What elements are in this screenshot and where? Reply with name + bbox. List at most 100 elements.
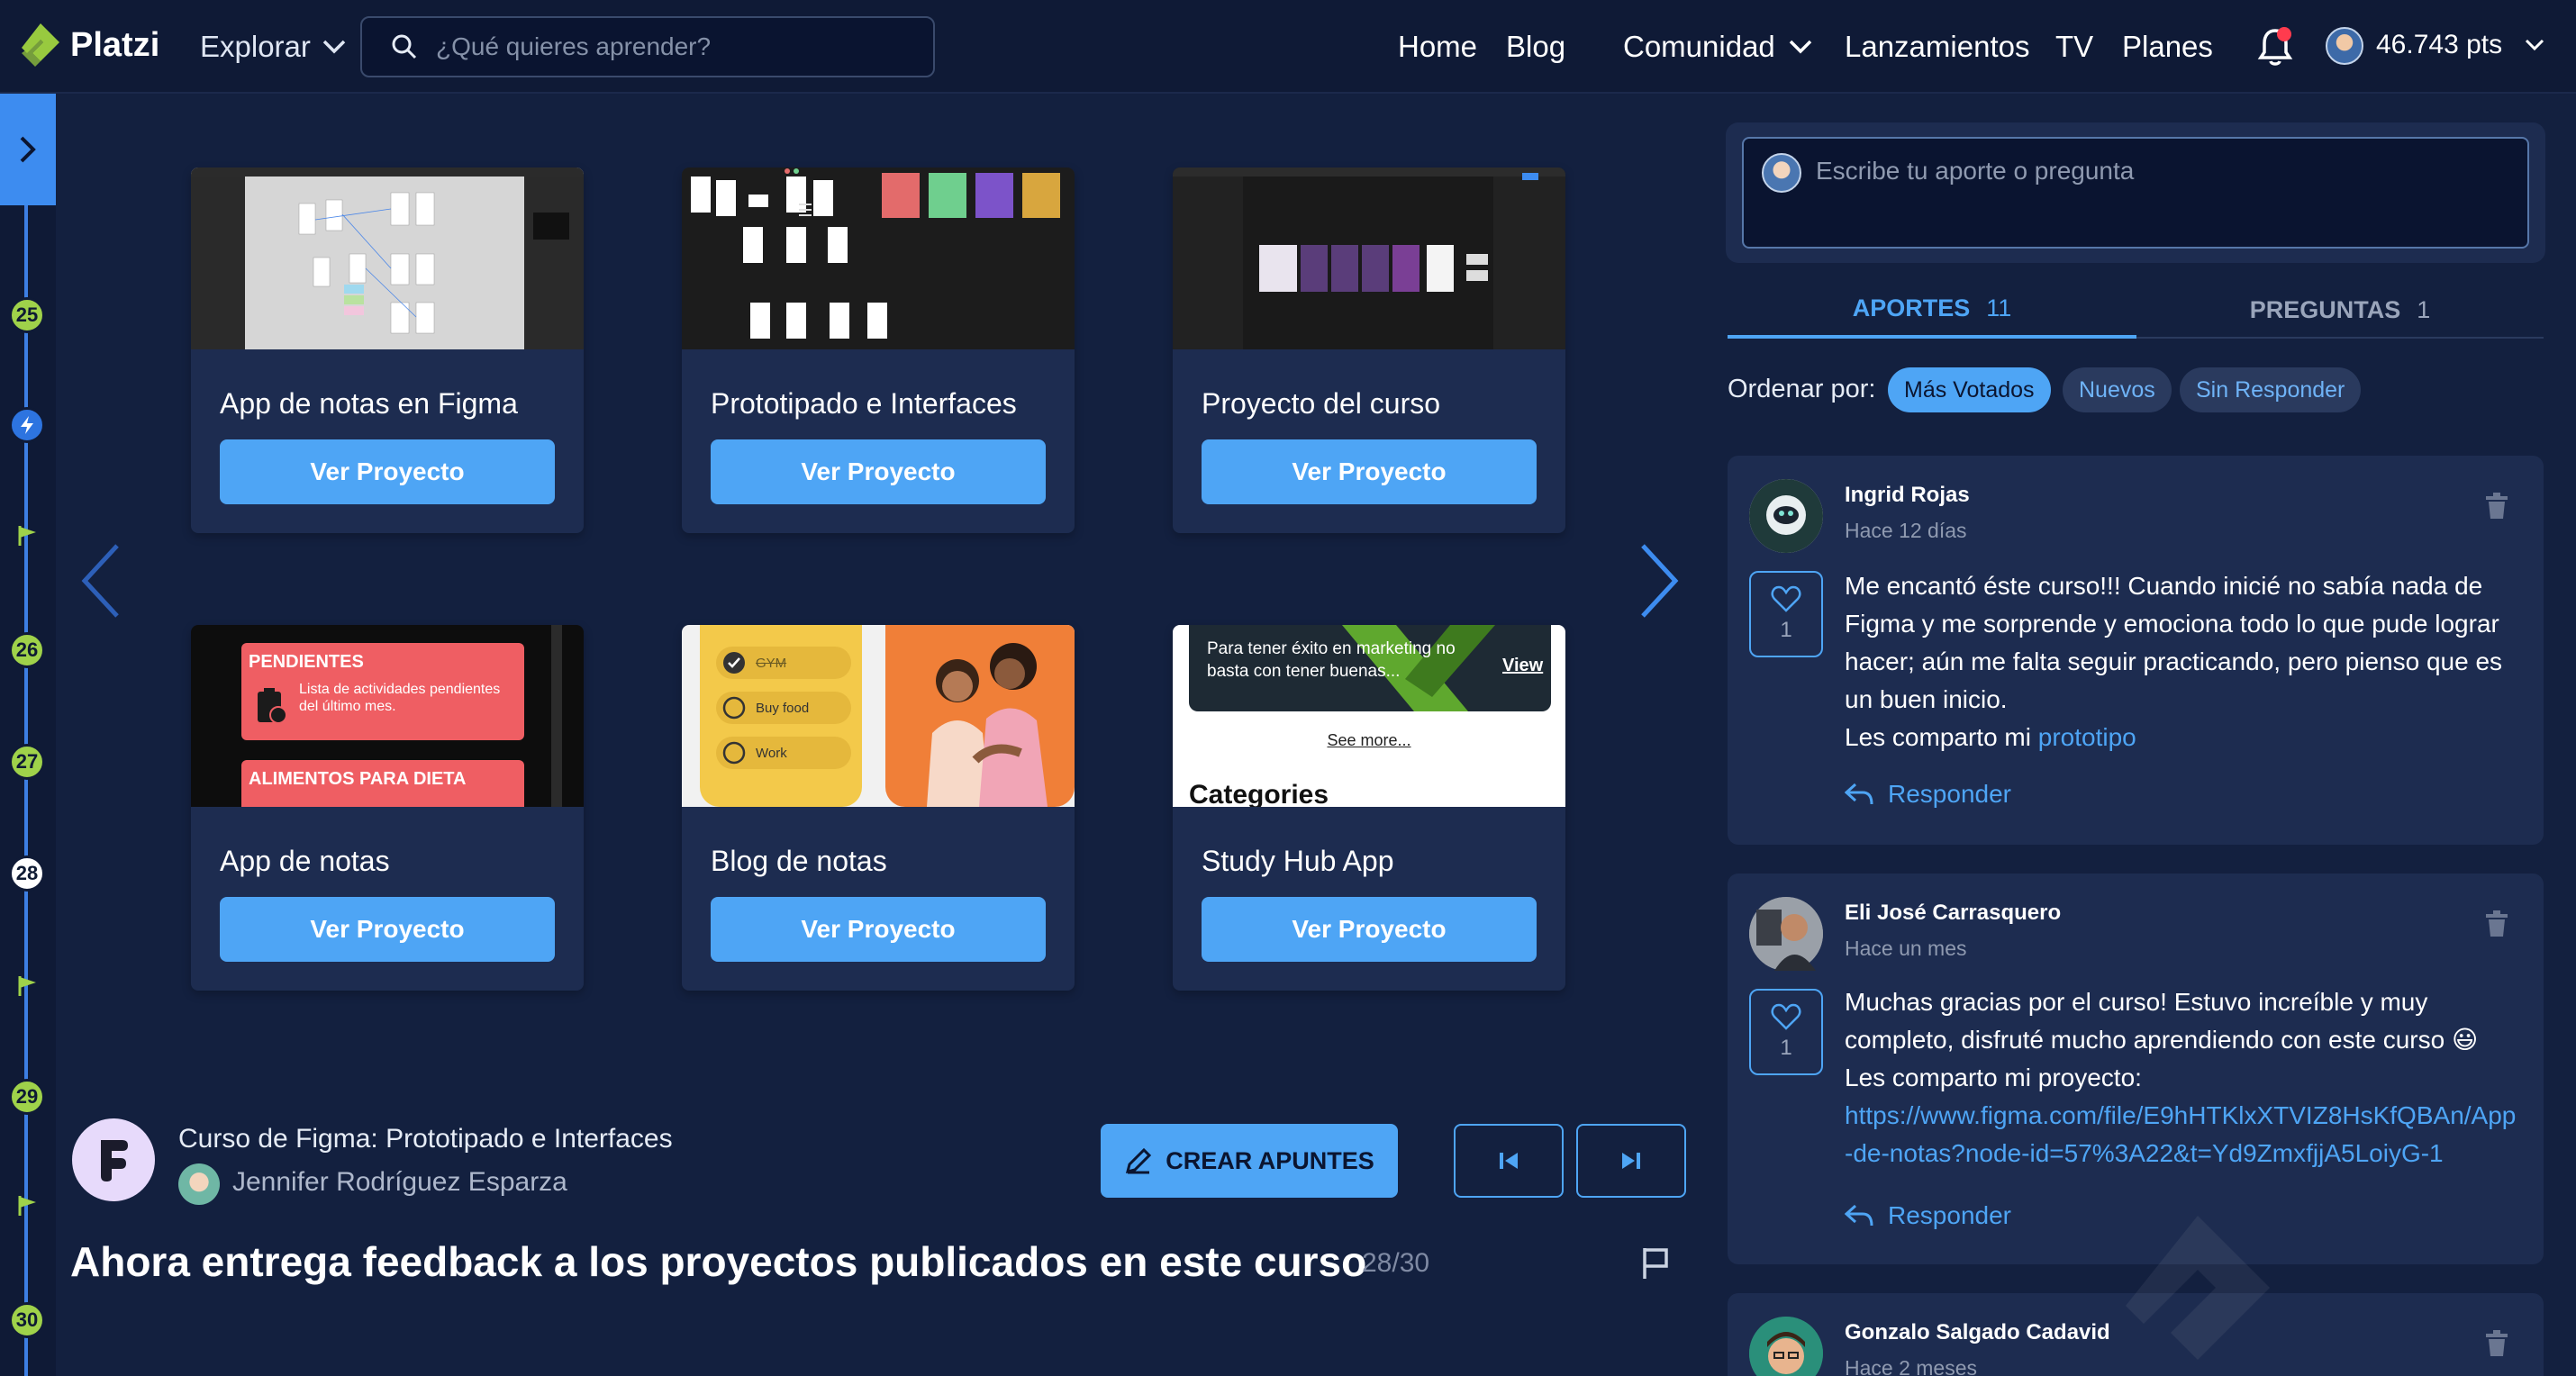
clipboard-icon [258,688,287,724]
thumb-photo [885,625,1075,807]
timeline-node[interactable]: 26 [9,632,45,668]
explore-label: Explorar [200,30,311,63]
comment-time: Hace un mes [1845,937,1967,960]
timeline-node[interactable]: 30 [9,1302,45,1338]
flag-icon [18,526,36,546]
filter-chip-nuevos[interactable]: Nuevos [2063,367,2172,412]
nav-planes[interactable]: Planes [2122,25,2213,68]
trash-icon[interactable] [2484,492,2509,521]
ver-proyecto-button[interactable]: Ver Proyecto [220,439,555,504]
like-button[interactable]: 1 [1749,989,1823,1075]
like-button[interactable]: 1 [1749,571,1823,657]
course-name[interactable]: Curso de Figma: Prototipado e Interfaces [178,1124,673,1154]
nav-blog[interactable]: Blog [1506,25,1565,68]
illustrated-avatar-icon [1749,1317,1823,1376]
tab-label: PREGUNTAS [2249,295,2401,323]
project-title: App de notas en Figma [220,387,518,420]
project-title: Study Hub App [1202,845,1394,877]
search-input[interactable] [436,32,904,61]
next-class-button[interactable] [1576,1124,1686,1198]
chevron-down-icon [2526,39,2544,51]
comment-time: Hace 2 meses [1845,1356,1978,1376]
comment-text: Les comparto mi proyecto: [1845,1064,2142,1091]
commenter-avatar[interactable] [1749,897,1823,971]
chevron-right-icon [20,136,36,163]
timeline-node[interactable]: 29 [9,1079,45,1115]
project-thumbnail[interactable]: Para tener éxito en marketing no basta c… [1173,625,1565,807]
timeline-node-quiz[interactable] [9,407,45,443]
friends-photo-icon [927,643,1048,807]
teacher-name[interactable]: Jennifer Rodríguez Esparza [232,1167,567,1198]
project-thumbnail[interactable] [191,167,584,349]
reply-button[interactable]: Responder [1845,1201,2011,1230]
pencil-icon [1126,1147,1152,1174]
commenter-name[interactable]: Ingrid Rojas [1845,483,1970,508]
chevron-down-icon [1789,40,1812,54]
filter-chip-sin-responder[interactable]: Sin Responder [2180,367,2362,412]
report-flag-icon[interactable] [1639,1245,1672,1281]
composer-placeholder: Escribe tu aporte o pregunta [1816,157,2135,185]
thumb-checklist: GYM Buy food Work [700,625,862,807]
platzi-logo[interactable]: Platzi [20,20,159,70]
project-thumbnail[interactable]: GYM Buy food Work [682,625,1075,807]
project-card: GYM Buy food Work Blog de notas Ver Proy… [682,625,1075,991]
search-icon [392,34,417,59]
thumb-text: Lista de actividades pendientes del últi… [299,682,501,714]
previous-class-button[interactable] [1454,1124,1564,1198]
ver-proyecto-button[interactable]: Ver Proyecto [1202,897,1537,962]
project-thumbnail[interactable] [682,167,1075,349]
like-count: 1 [1780,618,1792,642]
timeline-node[interactable]: 25 [9,297,45,333]
project-title: Blog de notas [711,845,887,877]
user-avatar[interactable] [2326,27,2363,65]
ver-proyecto-button[interactable]: Ver Proyecto [1202,439,1537,504]
commenter-avatar[interactable] [1749,479,1823,553]
sidebar-toggle-button[interactable] [0,94,56,205]
thumb-text: Para tener éxito en marketing no basta c… [1207,639,1456,681]
search-box[interactable] [360,16,935,77]
project-thumbnail[interactable]: PENDIENTES Lista de actividades pendient… [191,625,584,807]
trash-icon[interactable] [2484,910,2509,938]
project-card: Para tener éxito en marketing no basta c… [1173,625,1565,991]
project-card: App de notas en Figma Ver Proyecto [191,167,584,533]
flag-icon [18,1196,36,1216]
comment-link[interactable]: https://www.figma.com/file/E9hHTKlxXTVIZ… [1845,1101,2516,1167]
project-card: Proyecto del curso Ver Proyecto [1173,167,1565,533]
explore-menu[interactable]: Explorar [200,25,347,68]
carousel-next-icon[interactable] [1632,540,1686,621]
project-thumbnail[interactable] [1173,167,1565,349]
timeline-node[interactable]: 27 [9,744,45,780]
ver-proyecto-button[interactable]: Ver Proyecto [711,439,1046,504]
chevron-down-icon [322,40,346,54]
reply-button[interactable]: Responder [1845,780,2011,809]
notification-dot [2277,27,2291,41]
filter-chip-mas-votados[interactable]: Más Votados [1888,367,2051,412]
commenter-avatar[interactable] [1749,1317,1823,1376]
nav-comunidad[interactable]: Comunidad [1623,25,1813,68]
project-card: PENDIENTES Lista de actividades pendient… [191,625,584,991]
heart-icon [1771,585,1801,612]
ver-proyecto-button[interactable]: Ver Proyecto [220,897,555,962]
tab-count: 1 [2417,295,2431,323]
nav-home[interactable]: Home [1398,25,1477,68]
timeline-node-current[interactable]: 28 [9,855,45,892]
carousel-prev-icon[interactable] [74,540,128,621]
commenter-name[interactable]: Gonzalo Salgado Cadavid [1845,1320,2110,1345]
user-points-menu[interactable]: 46.743 pts [2376,25,2545,65]
tab-preguntas[interactable]: PREGUNTAS 1 [2136,281,2544,339]
comment-link[interactable]: prototipo [2038,723,2136,751]
class-timeline-sidebar [0,94,56,1376]
nav-lanzamientos[interactable]: Lanzamientos [1845,25,2029,68]
class-title: Ahora entrega feedback a los proyectos p… [70,1238,1367,1285]
course-badge[interactable] [72,1118,155,1201]
reply-label: Responder [1888,1201,2011,1229]
ver-proyecto-button[interactable]: Ver Proyecto [711,897,1046,962]
comment-card: Eli José Carrasquero Hace un mes 1 Mucha… [1728,874,2544,1264]
commenter-name[interactable]: Eli José Carrasquero [1845,901,2061,926]
nav-tv[interactable]: TV [2055,25,2093,68]
comment-body: Muchas gracias por el curso! Estuvo incr… [1845,983,2520,1172]
crear-apuntes-button[interactable]: CREAR APUNTES [1101,1124,1398,1198]
comment-composer[interactable]: Escribe tu aporte o pregunta [1742,137,2529,249]
tab-aportes[interactable]: APORTES 11 [1728,281,2136,339]
thumb-banner: Para tener éxito en marketing no basta c… [1189,625,1551,711]
